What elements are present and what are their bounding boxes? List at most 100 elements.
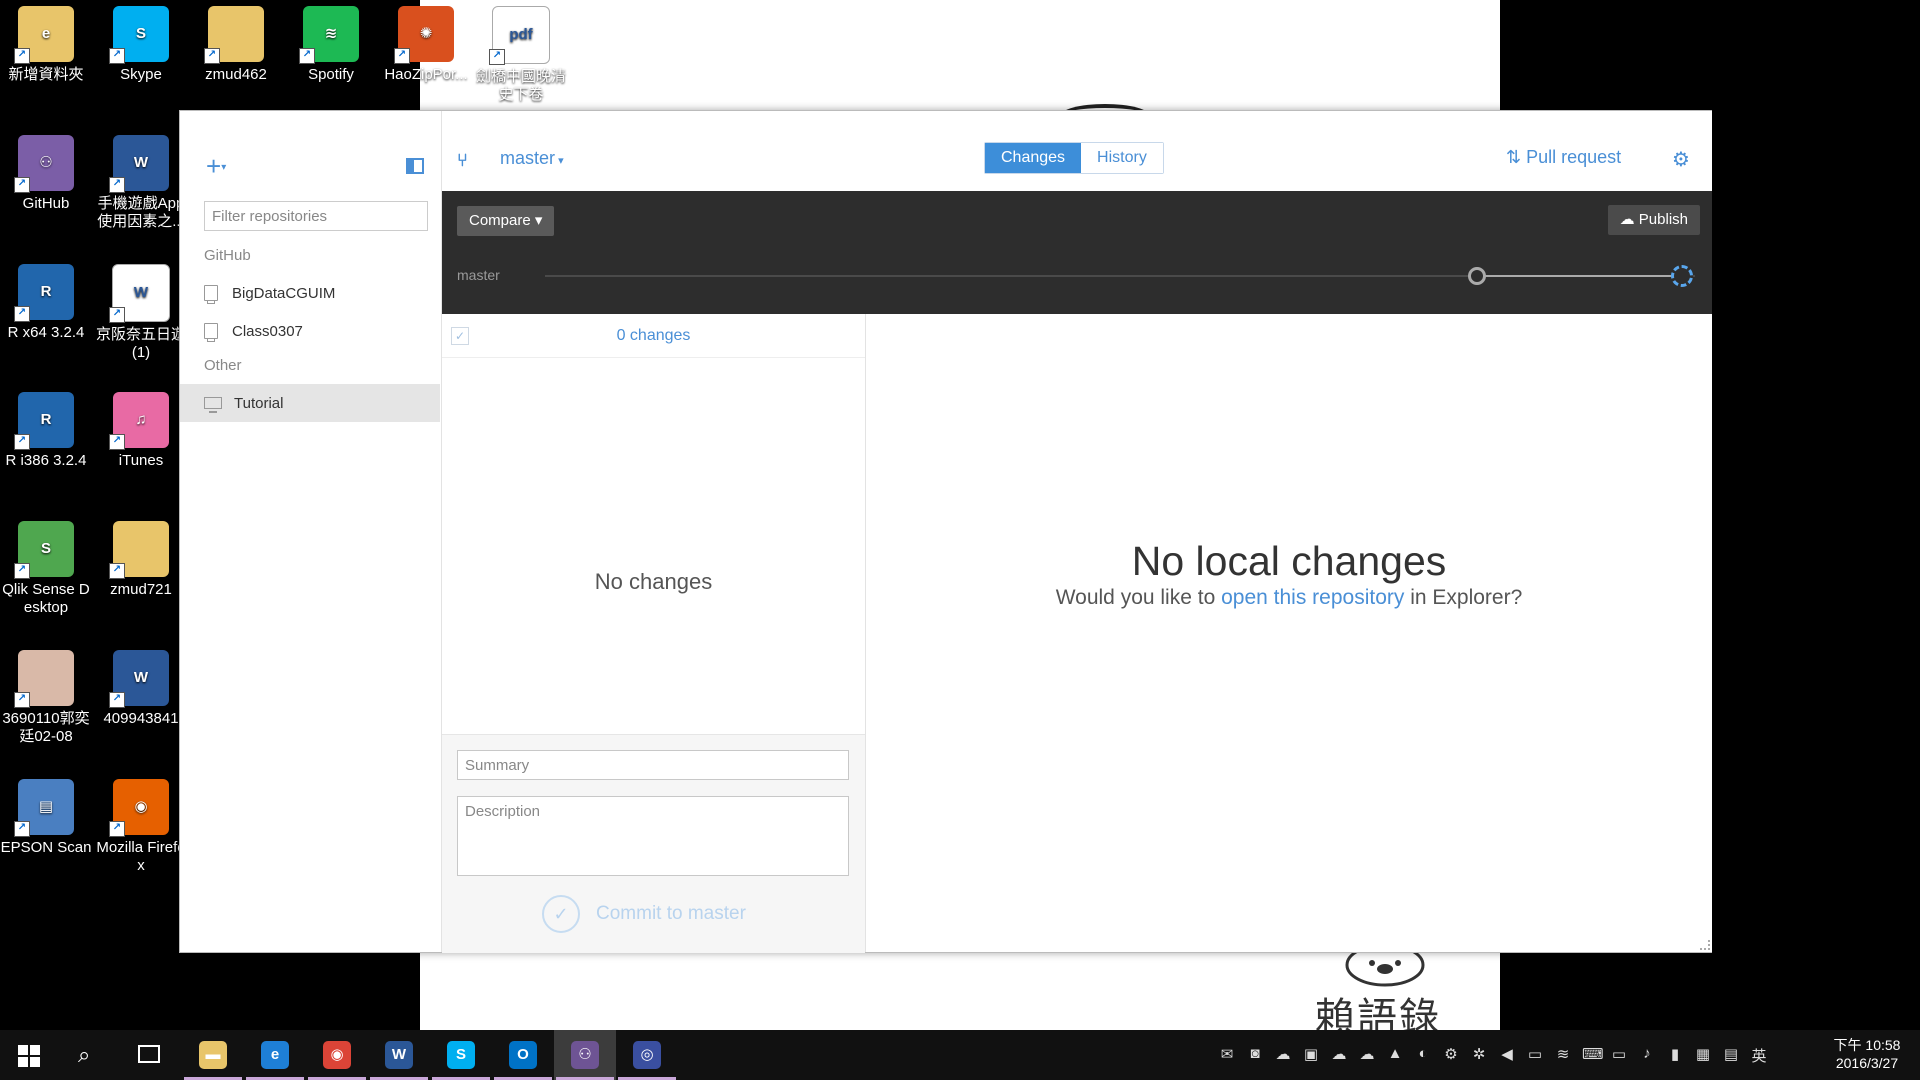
app-tray-icon[interactable]: ▣ (1302, 1045, 1320, 1066)
group-label-other: Other (204, 357, 242, 374)
desktop-icon[interactable]: pdf ↗ 劍橋中國晚清史下卷 (475, 6, 567, 104)
adobe-icon[interactable]: ▲ (1386, 1045, 1404, 1066)
taskbar-app-edge[interactable]: e (244, 1030, 306, 1080)
desktop-icon[interactable]: e ↗ 新增資料夾 (0, 6, 92, 84)
desktop-icon[interactable]: W ↗ 京阪奈五日遊(1) (95, 264, 187, 362)
wifi-icon[interactable]: ≋ (1554, 1045, 1572, 1066)
word-icon: W (385, 1041, 413, 1069)
app-icon: ♫ ↗ (109, 392, 169, 450)
desktop-icon[interactable]: R ↗ R x64 3.2.4 (0, 264, 92, 342)
power-icon[interactable]: ▮ (1666, 1045, 1684, 1066)
open-repository-link[interactable]: open this repository (1221, 586, 1404, 609)
shortcut-arrow-icon: ↗ (109, 563, 125, 579)
desktop-icon[interactable]: ≋ ↗ Spotify (285, 6, 377, 84)
resize-grip[interactable] (1700, 940, 1710, 950)
desktop-icon[interactable]: ↗ zmud462 (190, 6, 282, 84)
desktop-icon[interactable]: ⚇ ↗ GitHub (0, 135, 92, 213)
filter-repositories-input[interactable] (204, 201, 428, 231)
desktop-icon[interactable]: ✺ ↗ HaoZipPor... (380, 6, 472, 84)
pull-request-button[interactable]: ⇅ Pull request (1506, 147, 1621, 168)
desktop-icon[interactable]: W ↗ 409943841 (95, 650, 187, 728)
taskbar-app-github[interactable]: ⚇ (554, 1030, 616, 1080)
sidebar-item-class0307[interactable]: Class0307 (180, 312, 440, 350)
taskbar-app-chrome[interactable]: ◉ (306, 1030, 368, 1080)
desktop-icon[interactable]: S ↗ Skype (95, 6, 187, 84)
add-repository-button[interactable]: +▾ (206, 153, 226, 181)
outlook-icon: O (509, 1041, 537, 1069)
timeline-head-marker[interactable] (1671, 265, 1693, 287)
sidebar-item-tutorial[interactable]: Tutorial (180, 384, 440, 422)
computer-icon (204, 397, 222, 413)
task-view-icon[interactable] (138, 1045, 160, 1063)
app-icon: ⚇ ↗ (14, 135, 74, 193)
taskbar-app-app-blue[interactable]: ◎ (616, 1030, 678, 1080)
taskbar-app-file-explorer[interactable]: ▬ (182, 1030, 244, 1080)
desktop-icon[interactable]: S ↗ Qlik Sense Desktop (0, 521, 92, 617)
shortcut-arrow-icon: ↗ (299, 48, 315, 64)
timeline-line-recent (1485, 275, 1671, 277)
shortcut-arrow-icon: ↗ (109, 307, 125, 323)
tab-changes[interactable]: Changes (985, 143, 1082, 173)
shortcut-arrow-icon: ↗ (394, 48, 410, 64)
commit-button[interactable]: ✓ Commit to master (542, 895, 746, 933)
search-icon[interactable]: ⌕ (78, 1042, 90, 1068)
description-input[interactable] (457, 796, 849, 876)
nvidia-icon[interactable]: ▦ (1694, 1045, 1712, 1066)
clock-date: 2016/3/27 (1835, 1055, 1899, 1071)
branch-selector[interactable]: master ▾ (500, 148, 564, 169)
commit-label: Commit to master (596, 903, 746, 924)
speaker-icon[interactable]: ♪ (1638, 1045, 1656, 1066)
clock[interactable]: 下午 10:58 2016/3/27 (1822, 1036, 1912, 1072)
publish-button[interactable]: ☁ Publish (1607, 205, 1700, 235)
taskbar-app-outlook[interactable]: O (492, 1030, 554, 1080)
shortcut-arrow-icon: ↗ (14, 306, 30, 322)
taskbar-app-word[interactable]: W (368, 1030, 430, 1080)
compare-button[interactable]: Compare ▾ (457, 206, 555, 236)
desktop-icon[interactable]: ↗ 3690110郭奕廷02-08 (0, 650, 92, 746)
security-icon[interactable]: ◐ (1414, 1045, 1432, 1066)
repository-icon (204, 323, 218, 342)
app-icon: W ↗ (109, 650, 169, 708)
taskbar-app-skype[interactable]: S (430, 1030, 492, 1080)
cloud-tray-icon[interactable]: ☁ (1330, 1045, 1348, 1066)
desktop-icon-label: EPSON Scan (0, 839, 92, 856)
repo-name: Tutorial (234, 394, 284, 412)
desktop-icon[interactable]: ↗ zmud721 (95, 521, 187, 599)
start-button[interactable] (18, 1045, 40, 1067)
keyboard-icon[interactable]: ⌨ (1582, 1045, 1604, 1066)
volume-muted-icon[interactable]: ◀ (1498, 1045, 1516, 1066)
github-icon: ⚇ (571, 1041, 599, 1069)
desktop-icon[interactable]: ▤ ↗ EPSON Scan (0, 779, 92, 857)
ime-indicator[interactable]: 英 (1750, 1045, 1768, 1066)
onedrive-icon[interactable]: ☁ (1274, 1045, 1292, 1066)
main-area: ⑂ master ▾ Changes History ⇅ Pull reques… (441, 111, 1712, 953)
timeline-commit-dot[interactable] (1468, 267, 1486, 285)
mail-icon[interactable]: ✉ (1218, 1045, 1236, 1066)
repo-name: Class0307 (232, 322, 303, 340)
display-icon[interactable]: ▭ (1526, 1045, 1544, 1066)
file-explorer-icon: ▬ (199, 1041, 227, 1069)
app-icon: W ↗ (109, 135, 169, 193)
tab-history[interactable]: History (1081, 143, 1163, 173)
app-icon: pdf ↗ (489, 6, 550, 65)
compare-bar: Compare ▾ ☁ Publish master (442, 191, 1712, 314)
network-app-icon[interactable]: ⚙ (1442, 1045, 1460, 1066)
gear-icon[interactable]: ⚙ (1672, 147, 1690, 172)
app-icon: ↗ (14, 650, 74, 708)
sidebar-item-bigdatacguim[interactable]: BigDataCGUIM (180, 274, 440, 312)
desktop-icon[interactable]: ♫ ↗ iTunes (95, 392, 187, 470)
app-icon: S ↗ (109, 6, 169, 64)
desktop-icon[interactable]: W ↗ 手機遊戲App使用因素之... (95, 135, 187, 231)
outlook-tray-icon[interactable]: ◙ (1246, 1045, 1264, 1066)
publish-label: Publish (1638, 211, 1688, 228)
gear-tray-icon[interactable]: ✲ (1470, 1045, 1488, 1066)
desktop-icon[interactable]: ◉ ↗ Mozilla Firefox (95, 779, 187, 875)
desktop-icon[interactable]: R ↗ R i386 3.2.4 (0, 392, 92, 470)
action-center-icon[interactable]: ▤ (1722, 1045, 1740, 1066)
battery-icon[interactable]: ▭ (1610, 1045, 1628, 1066)
caret-down-icon: ▾ (534, 212, 543, 229)
summary-input[interactable] (457, 750, 849, 780)
repo-name: BigDataCGUIM (232, 284, 336, 302)
toggle-sidebar-icon[interactable] (406, 158, 424, 174)
cloud-sync-icon[interactable]: ☁ (1358, 1045, 1376, 1066)
